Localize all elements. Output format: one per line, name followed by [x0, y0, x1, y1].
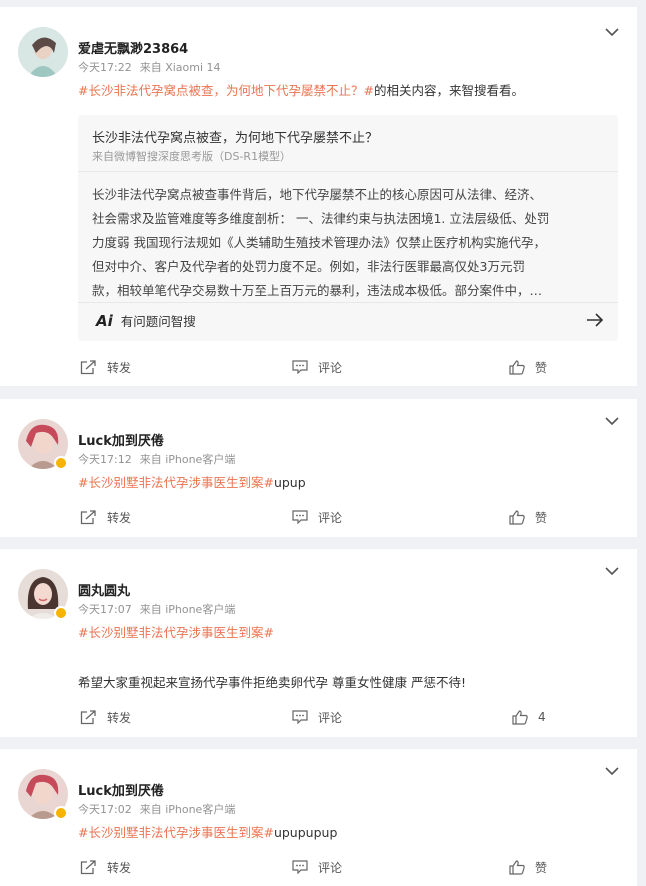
- ask-ai-label: 有问题问智搜: [120, 314, 196, 329]
- divider: [78, 302, 618, 303]
- repost-label: 转发: [107, 860, 132, 875]
- post-actions: 转发 评论 赞: [0, 356, 637, 378]
- username[interactable]: 圆丸圆丸: [78, 580, 130, 599]
- post-source: 来自 iPhone客户端: [139, 453, 236, 466]
- chevron-down-icon[interactable]: [605, 28, 619, 37]
- repost-button[interactable]: 转发: [80, 856, 131, 878]
- username[interactable]: Luck加到厌倦: [78, 780, 164, 799]
- post-time[interactable]: 今天17:07: [78, 603, 132, 616]
- username[interactable]: 爱虐无飘渺23864: [78, 38, 188, 57]
- hashtag-link[interactable]: #长沙非法代孕窝点被查，为何地下代孕屡禁不止？#: [78, 83, 374, 98]
- verified-badge-icon: [54, 806, 68, 820]
- repost-label: 转发: [107, 510, 132, 525]
- avatar[interactable]: [18, 27, 68, 77]
- post-actions: 转发 评论 4: [0, 706, 637, 728]
- chevron-down-icon[interactable]: [605, 767, 619, 776]
- post-actions: 转发 评论 赞: [0, 856, 637, 878]
- thumbs-up-icon: [509, 859, 525, 875]
- divider: [78, 171, 618, 172]
- comment-label: 评论: [318, 360, 343, 375]
- post-card: 圆丸圆丸 今天17:07 来自 iPhone客户端 #长沙别墅非法代孕涉事医生到案…: [0, 549, 637, 737]
- post-actions: 转发 评论 赞: [0, 506, 637, 528]
- like-label: 赞: [535, 860, 548, 875]
- post-time[interactable]: 今天17:02: [78, 803, 132, 816]
- like-button[interactable]: 赞: [509, 506, 547, 528]
- post-text-rest: upup: [273, 475, 306, 490]
- hashtag-link[interactable]: #长沙别墅非法代孕涉事医生到案#: [78, 625, 274, 640]
- comment-label: 评论: [318, 510, 343, 525]
- hashtag-link[interactable]: #长沙别墅非法代孕涉事医生到案#: [78, 825, 274, 840]
- ai-card-line: 款，相较单笔代孕交易数十万至上百万元的暴利，违法成本极低。部分案件中，…: [92, 283, 543, 298]
- post-time[interactable]: 今天17:22: [78, 61, 132, 74]
- comment-icon: [292, 510, 308, 524]
- ask-ai-button[interactable]: Ai 有问题问智搜: [96, 311, 196, 330]
- post-source: 来自 Xiaomi 14: [139, 61, 221, 74]
- comment-button[interactable]: 评论: [292, 856, 342, 878]
- post-meta: 今天17:12 来自 iPhone客户端: [78, 451, 235, 467]
- post-meta: 今天17:22 来自 Xiaomi 14: [78, 59, 221, 75]
- like-button[interactable]: 4: [512, 706, 546, 728]
- verified-badge-icon: [54, 456, 68, 470]
- like-label: 赞: [535, 510, 548, 525]
- comment-button[interactable]: 评论: [292, 506, 342, 528]
- comment-label: 评论: [318, 860, 343, 875]
- post-source: 来自 iPhone客户端: [139, 603, 236, 616]
- post-card: Luck加到厌倦 今天17:02 来自 iPhone客户端 #长沙别墅非法代孕涉事…: [0, 749, 637, 886]
- comment-icon: [292, 360, 308, 374]
- post-source: 来自 iPhone客户端: [139, 803, 236, 816]
- post-time[interactable]: 今天17:12: [78, 453, 132, 466]
- ai-card-title[interactable]: 长沙非法代孕窝点被查，为何地下代孕屡禁不止？: [92, 127, 378, 146]
- post-text-rest: upupupup: [273, 825, 338, 840]
- like-button[interactable]: 赞: [509, 356, 547, 378]
- repost-label: 转发: [107, 710, 132, 725]
- verified-badge-icon: [54, 606, 68, 620]
- chevron-down-icon[interactable]: [605, 417, 619, 426]
- comment-button[interactable]: 评论: [292, 706, 342, 728]
- ai-logo-icon: Ai: [96, 311, 113, 330]
- post-text-rest: 的相关内容，来智搜看看。: [373, 83, 524, 98]
- post-text: #长沙非法代孕窝点被查，为何地下代孕屡禁不止？#的相关内容，来智搜看看。: [78, 80, 524, 99]
- post-body: 希望大家重视起来宣扬代孕事件拒绝卖卵代孕 尊重女性健康 严惩不待!: [78, 675, 466, 690]
- chevron-down-icon[interactable]: [605, 567, 619, 576]
- ai-search-card[interactable]: 长沙非法代孕窝点被查，为何地下代孕屡禁不止？ 来自微博智搜深度思考版（DS-R1…: [78, 115, 618, 341]
- comment-icon: [292, 710, 308, 724]
- like-count: 4: [538, 710, 546, 724]
- like-label: 赞: [535, 360, 548, 375]
- repost-label: 转发: [107, 360, 132, 375]
- repost-button[interactable]: 转发: [80, 356, 131, 378]
- post-card: 爱虐无飘渺23864 今天17:22 来自 Xiaomi 14 #长沙非法代孕窝点…: [0, 7, 637, 386]
- like-button[interactable]: 赞: [509, 856, 547, 878]
- repost-button[interactable]: 转发: [80, 506, 131, 528]
- share-icon: [80, 359, 96, 374]
- ai-card-line: 但对中介、客户及代孕者的处罚力度不足。例如，非法行医罪最高仅处3万元罚: [92, 259, 525, 274]
- comment-label: 评论: [318, 710, 343, 725]
- thumbs-up-icon: [512, 709, 528, 725]
- ai-card-line: 力度弱 我国现行法规如《人类辅助生殖技术管理办法》仅禁止医疗机构实施代孕，: [92, 235, 546, 250]
- post-meta: 今天17:02 来自 iPhone客户端: [78, 801, 235, 817]
- share-icon: [80, 859, 96, 874]
- comment-icon: [292, 860, 308, 874]
- post-card: Luck加到厌倦 今天17:12 来自 iPhone客户端 #长沙别墅非法代孕涉事…: [0, 399, 637, 537]
- repost-button[interactable]: 转发: [80, 706, 131, 728]
- share-icon: [80, 709, 96, 724]
- ai-card-line: 社会需求及监管难度等多维度剖析： 一、法律约束与执法困境1. 立法层级低、处罚: [92, 211, 550, 226]
- comment-button[interactable]: 评论: [292, 356, 342, 378]
- post-text: #长沙别墅非法代孕涉事医生到案#: [78, 622, 274, 641]
- arrow-right-icon[interactable]: [586, 312, 604, 328]
- share-icon: [80, 509, 96, 524]
- post-text: #长沙别墅非法代孕涉事医生到案#upup: [78, 472, 306, 491]
- thumbs-up-icon: [509, 509, 525, 525]
- ai-card-subtitle: 来自微博智搜深度思考版（DS-R1模型）: [92, 150, 292, 163]
- post-meta: 今天17:07 来自 iPhone客户端: [78, 601, 235, 617]
- thumbs-up-icon: [509, 359, 525, 375]
- post-text: #长沙别墅非法代孕涉事医生到案#upupupup: [78, 822, 337, 841]
- ai-card-body: 长沙非法代孕窝点被查事件背后，地下代孕屡禁不止的核心原因可从法律、经济、 社会需…: [92, 183, 612, 303]
- hashtag-link[interactable]: #长沙别墅非法代孕涉事医生到案#: [78, 475, 274, 490]
- ai-card-line: 长沙非法代孕窝点被查事件背后，地下代孕屡禁不止的核心原因可从法律、经济、: [92, 187, 543, 202]
- username[interactable]: Luck加到厌倦: [78, 430, 164, 449]
